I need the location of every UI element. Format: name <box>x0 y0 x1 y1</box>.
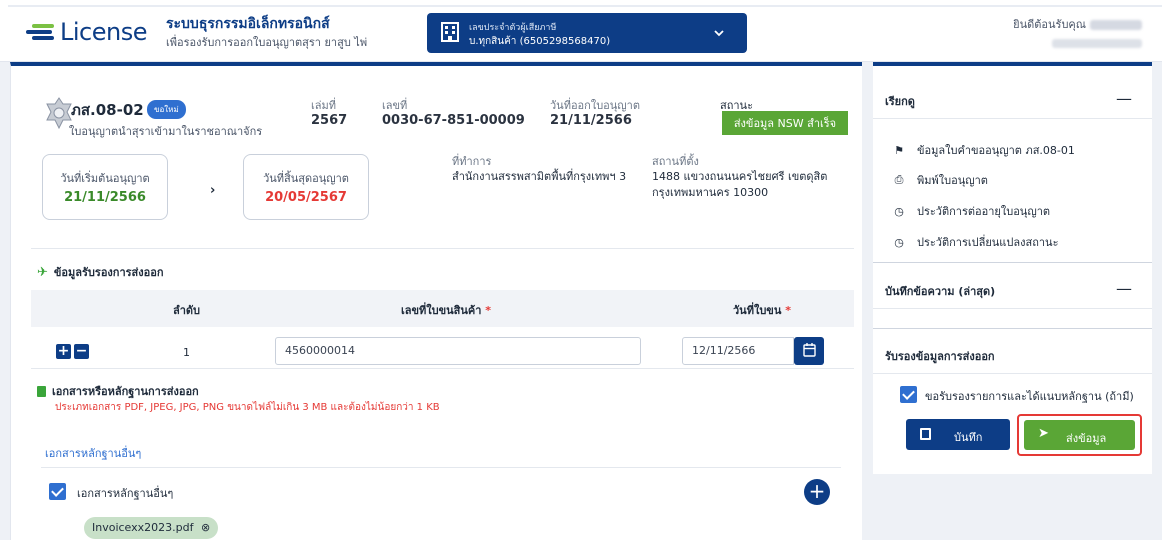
request-type-badge: ขอใหม่ <box>147 100 186 119</box>
export-confirm-section-header: รับรองข้อมูลการส่งออก <box>873 334 1152 374</box>
divider <box>873 328 1152 329</box>
other-documents-checkbox[interactable] <box>49 483 66 500</box>
sidebar-item-status-history[interactable]: ◷ ประวัติการเปลี่ยนแปลงสถานะ <box>891 233 1058 251</box>
book-label: เล่มที่ <box>311 99 337 112</box>
end-date-card: วันที่สิ้นสุดอนุญาต 20/05/2567 <box>243 154 369 220</box>
issue-date-label: วันที่ออกใบอนุญาต <box>550 99 640 112</box>
app-logo[interactable]: License <box>26 18 147 46</box>
row-number: 1 <box>183 346 190 359</box>
blurred-user-email <box>1052 39 1142 48</box>
send-label: ส่งข้อมูล <box>1066 432 1107 445</box>
col-header-date: วันที่ใบขน * <box>733 304 791 317</box>
issue-date-value: 21/11/2566 <box>550 113 632 128</box>
clock-icon: ◷ <box>894 204 904 218</box>
top-header: License ระบบธุรกรรมอิเล็กทรอนิกส์ เพื่อร… <box>0 0 1162 62</box>
welcome-user[interactable]: ยินดีต้อนรับคุณ <box>1013 15 1142 51</box>
chevron-down-icon <box>714 30 724 37</box>
blurred-user-name <box>1090 20 1142 30</box>
date-picker-button[interactable] <box>794 337 824 365</box>
remove-row-button[interactable]: − <box>74 344 89 359</box>
divider <box>41 467 841 468</box>
flag-icon: ⚑ <box>894 143 904 157</box>
confirm-checkbox-label: ขอรับรองรายการและได้แนบหลักฐาน (ถ้ามี) <box>925 390 1134 403</box>
taxpayer-value: บ.ทุกสินค้า (6505298568470) <box>469 36 611 47</box>
license-detail-panel: ภส.08-02 ขอใหม่ ใบอนุญาตนำสุราเข้ามาในรา… <box>10 62 862 540</box>
status-badge: ส่งข้อมูล NSW สำเร็จ <box>722 111 848 135</box>
save-label: บันทึก <box>954 431 983 444</box>
building-icon <box>441 22 459 42</box>
taxpayer-selector[interactable]: เลขประจำตัวผู้เสียภาษี บ.ทุกสินค้า (6505… <box>427 13 747 53</box>
export-confirm-title: รับรองข้อมูลการส่งออก <box>885 350 995 363</box>
start-date-value: 21/11/2566 <box>64 190 146 205</box>
calendar-icon <box>803 343 816 357</box>
other-documents-checkbox-label: เอกสารหลักฐานอื่นๆ <box>77 487 174 500</box>
office-label: ที่ทำการ <box>452 155 492 168</box>
print-icon: ⎙ <box>894 173 904 186</box>
number-label: เลขที่ <box>382 99 408 112</box>
sidebar-item-renewal-history[interactable]: ◷ ประวัติการต่ออายุใบอนุญาต <box>891 202 1050 220</box>
attached-file-chip[interactable]: Invoicexx2023.pdf ⊗ <box>84 517 219 539</box>
add-row-button[interactable]: + <box>56 344 71 359</box>
end-date-value: 20/05/2567 <box>265 190 347 205</box>
export-cert-title: ✈ ข้อมูลรับรองการส่งออก <box>37 263 164 281</box>
col-header-no: ลำดับ <box>173 304 201 317</box>
sidebar-item-label: ประวัติการต่ออายุใบอนุญาต <box>917 205 1051 218</box>
send-button[interactable]: ➤ ส่งข้อมูล <box>1024 420 1135 450</box>
documents-note: ประเภทเอกสาร PDF, JPEG, JPG, PNG ขนาดไฟล… <box>55 402 440 413</box>
send-icon: ➤ <box>1038 426 1049 441</box>
export-cert-title-text: ข้อมูลรับรองการส่งออก <box>53 266 164 279</box>
divider <box>31 248 854 249</box>
export-date-input[interactable]: 12/11/2566 <box>682 337 794 365</box>
col-header-doc: เลขที่ใบขนสินค้า * <box>401 304 492 317</box>
sidebar-item-print[interactable]: ⎙ พิมพ์ใบอนุญาต <box>891 171 988 189</box>
airplane-icon: ✈ <box>37 264 48 280</box>
documents-title: เอกสารหรือหลักฐานการส่งออก <box>37 382 199 400</box>
add-document-button[interactable]: + <box>804 479 830 505</box>
remove-file-icon[interactable]: ⊗ <box>201 521 210 534</box>
location-line2: กรุงเทพมหานคร 10300 <box>652 186 769 199</box>
notes-section-title: บันทึกข้อความ (ล่าสุด) <box>885 285 996 298</box>
system-title: ระบบธุรกรรมอิเล็กทรอนิกส์ <box>166 16 330 32</box>
send-button-highlight: ➤ ส่งข้อมูล <box>1017 414 1142 456</box>
browse-section-title: เรียกดู <box>885 95 915 108</box>
save-icon <box>920 428 931 440</box>
office-value: สำนักงานสรรพสามิตพื้นที่กรุงเทพฯ 3 <box>452 170 627 183</box>
save-button[interactable]: บันทึก <box>906 419 1010 450</box>
collapse-icon[interactable]: — <box>1116 279 1132 298</box>
logo-lines-icon <box>26 21 56 43</box>
license-description: ใบอนุญาตนำสุราเข้ามาในราชอาณาจักร <box>69 125 263 138</box>
collapse-icon[interactable]: — <box>1116 89 1132 108</box>
right-sidebar: เรียกดู — ⚑ ข้อมูลใบคำขออนุญาต ภส.08-01 … <box>873 62 1152 474</box>
number-value: 0030-67-851-00009 <box>382 113 525 128</box>
other-documents-link[interactable]: เอกสารหลักฐานอื่นๆ <box>45 444 141 462</box>
notes-section-header[interactable]: บันทึกข้อความ (ล่าสุด) — <box>873 269 1152 309</box>
documents-title-text: เอกสารหรือหลักฐานการส่งออก <box>52 385 199 398</box>
location-line1: 1488 แขวงถนนนครไชยศรี เขตดุสิต <box>652 170 828 183</box>
taxpayer-label: เลขประจำตัวผู้เสียภาษี <box>469 23 557 33</box>
document-icon <box>37 385 46 397</box>
sidebar-item-request-info[interactable]: ⚑ ข้อมูลใบคำขออนุญาต ภส.08-01 <box>891 141 1075 159</box>
end-date-label: วันที่สิ้นสุดอนุญาต <box>263 172 349 185</box>
confirm-checkbox[interactable] <box>900 386 917 403</box>
sidebar-item-label: ประวัติการเปลี่ยนแปลงสถานะ <box>917 236 1059 249</box>
divider <box>873 262 1152 263</box>
start-date-label: วันที่เริ่มต้นอนุญาต <box>60 172 150 185</box>
table-header: ลำดับ เลขที่ใบขนสินค้า * วันที่ใบขน * <box>31 290 854 327</box>
welcome-label: ยินดีต้อนรับคุณ <box>1013 18 1086 31</box>
start-date-card: วันที่เริ่มต้นอนุญาต 21/11/2566 <box>42 154 168 220</box>
export-doc-number-input[interactable]: 4560000014 <box>275 337 641 365</box>
book-value: 2567 <box>311 113 348 128</box>
sidebar-item-label: ข้อมูลใบคำขออนุญาต ภส.08-01 <box>917 144 1075 157</box>
attached-file-name: Invoicexx2023.pdf <box>92 521 194 534</box>
location-label: สถานที่ตั้ง <box>652 155 699 168</box>
form-code: ภส.08-02 <box>71 101 144 119</box>
clock-icon: ◷ <box>894 235 904 249</box>
chevron-right-icon: › <box>210 183 216 198</box>
logo-text: License <box>60 18 147 46</box>
system-subtitle: เพื่อรองรับการออกใบอนุญาตสุรา ยาสูบ ไพ่ <box>166 36 368 49</box>
browse-section-header[interactable]: เรียกดู — <box>873 79 1152 119</box>
header-top-line <box>8 5 1162 7</box>
sidebar-item-label: พิมพ์ใบอนุญาต <box>917 174 988 187</box>
